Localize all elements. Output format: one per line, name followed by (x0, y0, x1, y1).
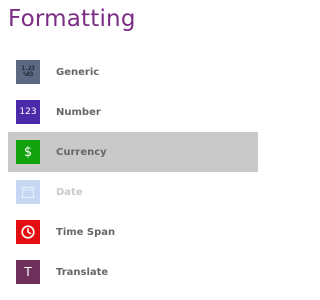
calendar-icon (16, 180, 40, 204)
panel-title: Formatting (8, 6, 136, 32)
format-list: 1.23 %03 Generic 123 Number $ Currency D… (8, 52, 258, 292)
format-item-generic[interactable]: 1.23 %03 Generic (8, 52, 258, 92)
currency-icon-text: $ (23, 144, 33, 160)
format-item-time-span[interactable]: Time Span (8, 212, 258, 252)
clock-icon (16, 220, 40, 244)
number-format-icon: 123 (16, 100, 40, 124)
format-item-label: Translate (56, 266, 109, 278)
format-item-label: Currency (56, 146, 107, 158)
format-item-number[interactable]: 123 Number (8, 92, 258, 132)
format-item-label: Date (56, 186, 83, 198)
generic-format-icon: 1.23 %03 (16, 60, 40, 84)
format-item-label: Generic (56, 66, 100, 78)
number-icon-text: 123 (19, 106, 37, 117)
format-item-translate[interactable]: T Translate (8, 252, 258, 292)
translate-icon-text: T (24, 265, 32, 279)
format-item-currency[interactable]: $ Currency (8, 132, 258, 172)
translate-icon: T (16, 260, 40, 284)
format-item-label: Time Span (56, 226, 116, 238)
format-item-label: Number (56, 106, 101, 118)
format-item-date: Date (8, 172, 258, 212)
generic-icon-bottom-text: %03 (23, 71, 33, 78)
currency-format-icon: $ (16, 140, 40, 164)
